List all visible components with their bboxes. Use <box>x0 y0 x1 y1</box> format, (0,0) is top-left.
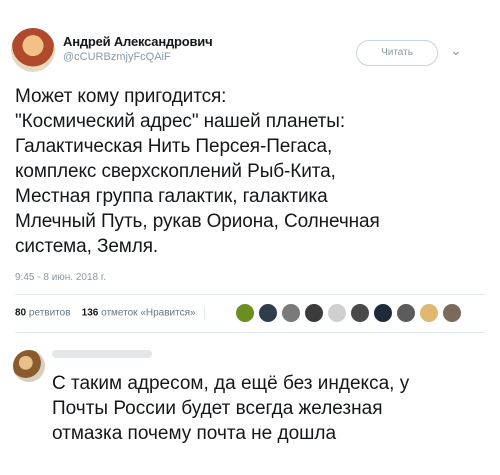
chevron-down-icon[interactable]: ⌄ <box>450 42 462 59</box>
author-handle[interactable]: @cCURBzmjyFcQAiF <box>63 51 212 63</box>
liker-avatar[interactable] <box>328 304 346 322</box>
reply-author-redacted <box>52 350 152 358</box>
liker-avatar[interactable] <box>259 304 277 322</box>
divider <box>15 332 485 333</box>
author-block: Андрей Александрович @cCURBzmjyFcQAiF <box>63 34 213 63</box>
tweet-stats: 80 ретвитов 136 отметок «Нравится» <box>15 306 211 320</box>
liker-avatar[interactable] <box>282 304 300 322</box>
liker-avatar[interactable] <box>374 304 392 322</box>
liker-avatar[interactable] <box>397 304 415 322</box>
tweet-timestamp[interactable]: 9:45 - 8 июн. 2018 г. <box>15 272 106 283</box>
author-name[interactable]: Андрей Александрович <box>63 34 213 49</box>
divider <box>15 294 485 295</box>
liker-avatar[interactable] <box>236 304 254 322</box>
likers-avatars <box>236 304 461 322</box>
follow-button[interactable]: Читать <box>356 40 438 66</box>
retweets-count[interactable]: 80 <box>15 308 26 319</box>
tweet-text: Может кому пригодится: "Космический адре… <box>15 86 380 257</box>
reply-avatar[interactable] <box>13 350 45 382</box>
liker-avatar[interactable] <box>443 304 461 322</box>
likes-count[interactable]: 136 <box>82 308 99 319</box>
liker-avatar[interactable] <box>420 304 438 322</box>
reply-text: С таким адресом, да ещё без индекса, у П… <box>52 373 410 444</box>
stats-separator <box>204 306 206 320</box>
likes-label[interactable]: отметок «Нравится» <box>101 308 195 319</box>
liker-avatar[interactable] <box>351 304 369 322</box>
liker-avatar[interactable] <box>305 304 323 322</box>
retweets-label[interactable]: ретвитов <box>29 308 71 319</box>
author-avatar[interactable] <box>11 28 55 72</box>
